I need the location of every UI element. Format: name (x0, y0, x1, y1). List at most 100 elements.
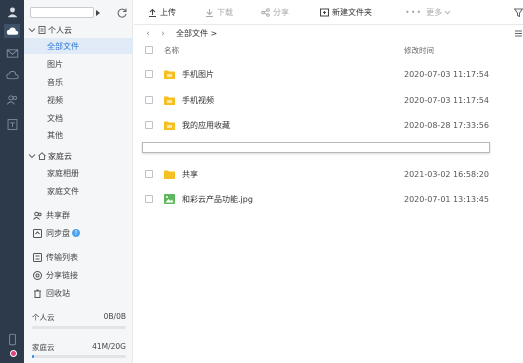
sidebar-item-music[interactable]: 音乐 (24, 74, 133, 90)
row-checkbox[interactable] (145, 121, 153, 129)
upload-button[interactable]: 上传 (148, 5, 176, 19)
account-selector[interactable] (30, 6, 116, 19)
folder-icon (164, 121, 175, 130)
phone-icon[interactable] (4, 332, 20, 346)
quota-value: 41M/20G (92, 342, 126, 351)
refresh-icon[interactable] (116, 7, 128, 19)
chevron-down-icon (28, 154, 36, 159)
quota-label: 个人云 (32, 313, 55, 322)
sidebar-item-label: 视频 (47, 95, 63, 105)
list-view-icon[interactable] (514, 29, 523, 38)
quota-label: 家庭云 (32, 343, 55, 352)
column-name[interactable]: 名称 (164, 45, 179, 56)
sidebar-item-all-files[interactable]: 全部文件 (24, 38, 133, 54)
column-modified[interactable]: 修改时间 (404, 45, 434, 56)
share-button[interactable]: 分享 (261, 5, 289, 19)
contacts-icon[interactable] (4, 92, 20, 106)
sidebar-item-images[interactable]: 图片 (24, 56, 133, 72)
file-date: 2020-08-28 17:33:56 (404, 120, 489, 130)
sidebar-item-label: 全部文件 (47, 41, 79, 51)
sidebar-item-transfer-list[interactable]: 传输列表 (24, 249, 133, 265)
sidebar-item-label: 家庭文件 (47, 186, 79, 196)
quota-family-bar (32, 355, 126, 358)
quota-family: 家庭云 41M/20G (32, 342, 126, 353)
sidebar-item-videos[interactable]: 视频 (24, 92, 133, 108)
quota-personal-bar (32, 326, 126, 329)
family-cloud-icon (38, 152, 46, 160)
caret-right-icon (96, 9, 100, 16)
mail-icon[interactable] (4, 46, 20, 60)
folder-icon (164, 70, 175, 79)
new-folder-button[interactable]: 新建文件夹 (320, 5, 372, 19)
sidebar-item-label: 共享群 (46, 210, 70, 220)
download-label: 下载 (217, 7, 233, 17)
cloud-outline-icon[interactable] (4, 68, 20, 82)
file-date: 2021-03-02 16:58:20 (404, 169, 489, 179)
quota-personal: 个人云 0B/0B (32, 312, 126, 323)
row-checkbox[interactable] (145, 195, 153, 203)
help-icon[interactable]: ? (72, 229, 80, 237)
file-date: 2020-07-03 11:17:54 (404, 95, 489, 105)
table-row[interactable]: 共享 2021-03-02 16:58:20 (134, 161, 523, 187)
share-label: 分享 (273, 7, 289, 17)
table-row[interactable]: 和彩云产品功能.jpg 2020-07-01 13:13:45 (134, 186, 523, 212)
share-icon (261, 7, 270, 17)
file-name[interactable]: 我的应用收藏 (182, 120, 230, 131)
account-box[interactable] (30, 7, 94, 18)
row-checkbox[interactable] (145, 70, 153, 78)
transfer-icon (33, 252, 42, 262)
link-icon (33, 270, 42, 280)
file-name[interactable]: 手机视频 (182, 95, 214, 106)
avatar-icon[interactable] (4, 4, 20, 18)
table-header: 名称 修改时间 (134, 42, 523, 58)
select-all-checkbox[interactable] (145, 46, 153, 54)
sync-icon (33, 228, 42, 238)
sidebar-item-label: 传输列表 (46, 252, 78, 262)
sidebar-item-label: 回收站 (46, 288, 70, 298)
group-label: 家庭云 (48, 151, 72, 161)
trash-icon (34, 289, 41, 298)
sidebar-item-family-album[interactable]: 家庭相册 (24, 165, 133, 181)
sidebar-item-label: 文档 (47, 113, 63, 123)
download-button[interactable]: 下载 (205, 5, 233, 19)
cloud-icon[interactable] (4, 24, 20, 38)
file-date: 2020-07-03 11:17:54 (404, 69, 489, 79)
filter-icon[interactable] (514, 8, 523, 17)
sidebar-item-family-files[interactable]: 家庭文件 (24, 183, 133, 199)
rename-input[interactable] (142, 142, 490, 153)
new-folder-icon (320, 8, 329, 16)
sidebar-item-label: 图片 (47, 59, 63, 69)
sidebar-item-documents[interactable]: 文档 (24, 110, 133, 126)
quota-value: 0B/0B (103, 312, 126, 321)
file-name[interactable]: 手机图片 (182, 69, 214, 80)
group-icon (33, 211, 42, 220)
personal-cloud-icon (38, 26, 46, 34)
sidebar-item-other[interactable]: 其他 (24, 127, 133, 143)
table-row[interactable]: 我的应用收藏 2020-08-28 17:33:56 (134, 112, 523, 138)
notes-icon[interactable] (4, 117, 20, 131)
chevron-down-icon (28, 28, 36, 33)
table-row[interactable]: 手机图片 2020-07-03 11:17:54 (134, 61, 523, 87)
table-row[interactable]: 手机视频 2020-07-03 11:17:54 (134, 87, 523, 113)
sidebar-item-share-links[interactable]: 分享链接 (24, 267, 133, 283)
row-checkbox[interactable] (145, 170, 153, 178)
more-label: 更多 (426, 7, 443, 17)
chevron-down-icon (444, 10, 451, 14)
sidebar-item-share-group[interactable]: 共享群 (24, 207, 133, 223)
sidebar-item-sync-disk[interactable]: 同步盘 ? (24, 225, 133, 241)
notification-dot-icon (10, 350, 17, 357)
upload-icon (149, 8, 156, 17)
new-folder-label: 新建文件夹 (332, 7, 372, 17)
sidebar-item-recycle-bin[interactable]: 回收站 (24, 285, 133, 301)
sidebar-item-label: 其他 (47, 130, 63, 140)
file-name[interactable]: 共享 (182, 169, 198, 180)
sidebar-item-label: 音乐 (47, 77, 63, 87)
group-family-cloud[interactable]: 家庭云 (24, 149, 133, 163)
file-name[interactable]: 和彩云产品功能.jpg (182, 194, 253, 205)
group-personal-cloud[interactable]: 个人云 (24, 23, 133, 37)
forward-icon[interactable]: › (158, 29, 168, 39)
more-button[interactable]: ••• 更多 (405, 5, 454, 19)
back-icon[interactable]: ‹ (143, 29, 153, 39)
row-checkbox[interactable] (145, 96, 153, 104)
breadcrumb[interactable]: 全部文件 > (176, 28, 217, 39)
